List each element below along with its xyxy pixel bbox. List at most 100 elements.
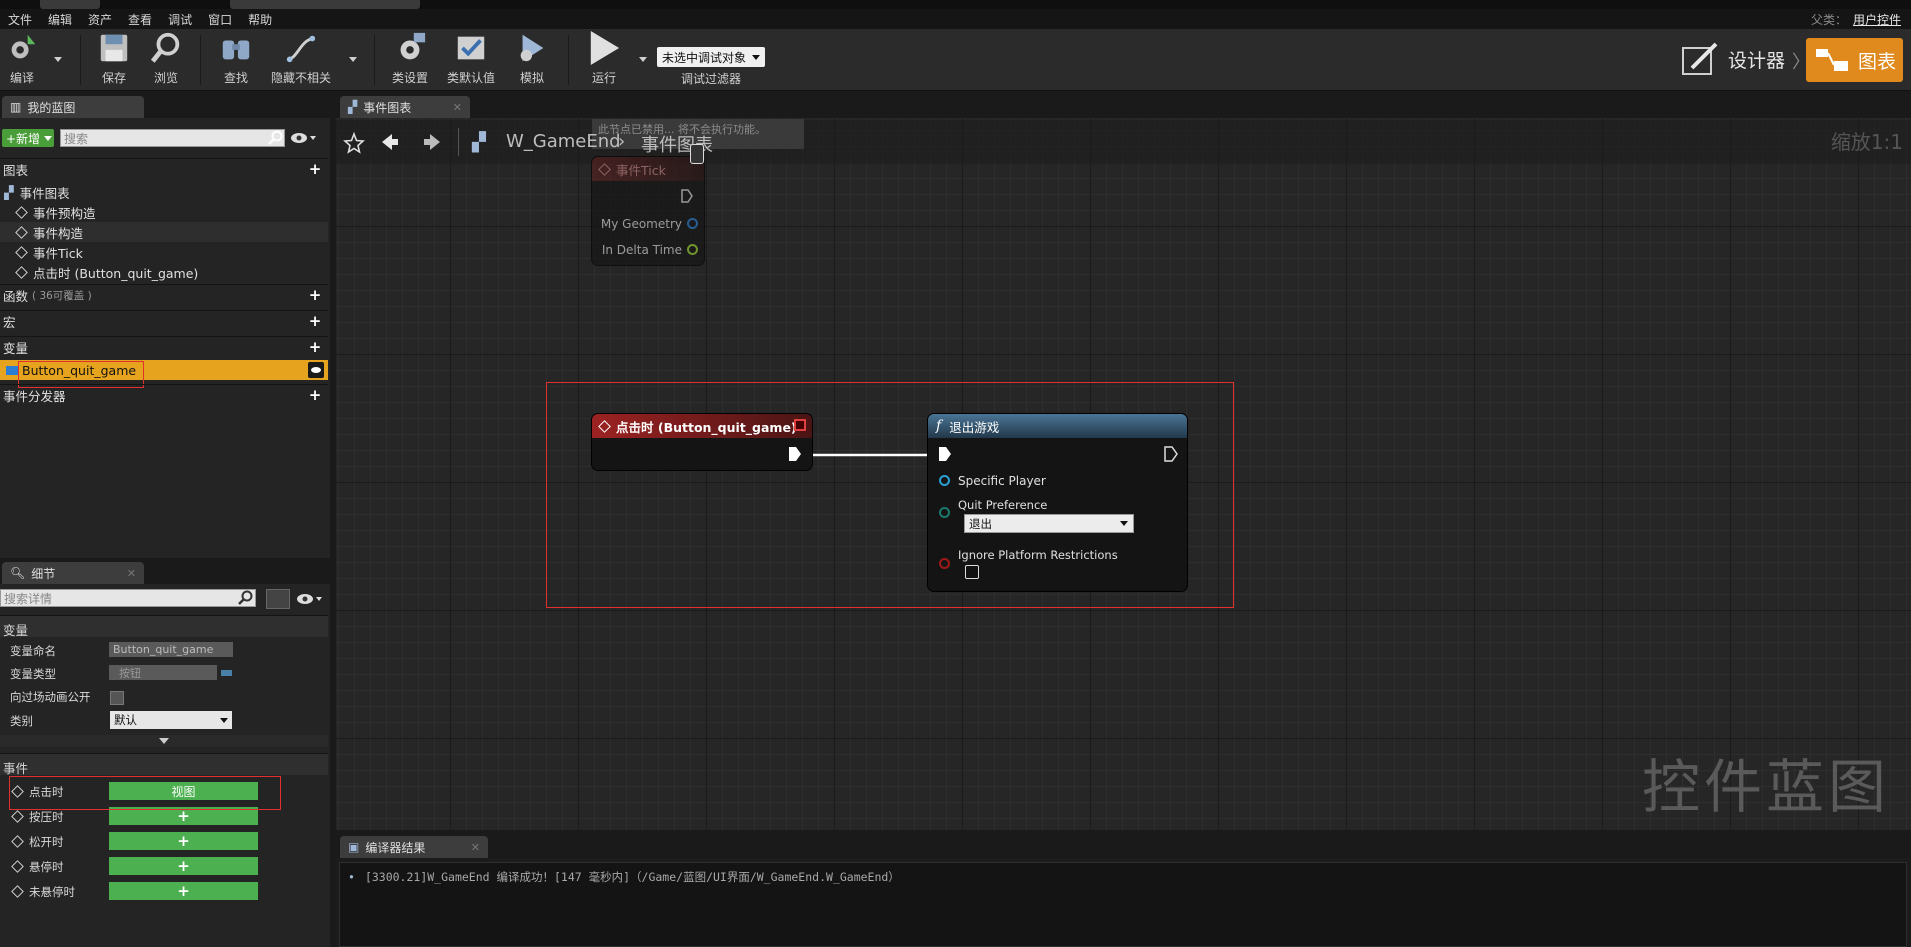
menu-file[interactable]: 文件 [0, 11, 40, 28]
star-icon[interactable] [343, 132, 365, 154]
event-label: 事件预构造 [33, 205, 96, 221]
macros-category[interactable]: 宏 + [0, 310, 328, 332]
variables-category[interactable]: 变量 + [0, 336, 328, 358]
menu-asset[interactable]: 资产 [80, 11, 120, 28]
menu-view[interactable]: 查看 [120, 11, 160, 28]
quit-game-function-node[interactable]: f 退出游戏 Specific Player Quit Preference 退出… [928, 414, 1187, 591]
menu-edit[interactable]: 编辑 [40, 11, 80, 28]
bool-pin-icon[interactable] [939, 558, 950, 569]
event-dispatchers-label: 事件分发器 [3, 389, 66, 404]
menu-window[interactable]: 窗口 [200, 11, 240, 28]
add-new-button[interactable]: +新增 [2, 129, 54, 147]
debug-object-select[interactable]: 未选中调试对象 [657, 47, 765, 67]
search-icon[interactable] [268, 130, 284, 146]
functions-category[interactable]: 函数 ( 36可覆盖 ) + [0, 284, 328, 306]
event-tick-node[interactable]: 事件Tick My Geometry In Delta Time [592, 157, 704, 265]
exec-out-pin-icon[interactable] [788, 446, 802, 462]
tree-item-event[interactable]: 点击时 (Button_quit_game) [0, 262, 328, 282]
tab-event-graph-label: 事件图表 [363, 100, 412, 115]
variables-category-label: 变量 [3, 341, 29, 356]
add-function-plus-icon[interactable]: + [308, 288, 322, 303]
variable-type-value: 按钮 [119, 666, 141, 680]
browse-button[interactable]: 浏览 [146, 31, 186, 89]
enum-pin-icon[interactable] [939, 507, 950, 518]
find-button[interactable]: 查找 [216, 31, 256, 89]
compile-options-chevron-icon[interactable] [54, 57, 62, 62]
close-icon[interactable]: ✕ [453, 101, 462, 114]
window-tab[interactable] [40, 0, 100, 9]
category-select[interactable]: 默认 [110, 711, 232, 729]
hide-unrelated-button[interactable]: 隐藏不相关 [270, 31, 332, 89]
variable-type-label: 变量类型 [10, 667, 56, 681]
back-arrow-icon[interactable] [380, 132, 400, 152]
graph-mode-button[interactable]: 图表 [1806, 38, 1903, 82]
find-label: 查找 [223, 71, 248, 85]
add-event-button[interactable]: + [109, 882, 258, 900]
exec-in-pin-icon[interactable] [938, 446, 952, 462]
variable-type-select[interactable]: 按钮 [109, 665, 217, 680]
expose-cinematics-checkbox[interactable] [110, 691, 124, 705]
delegate-pin-icon[interactable] [794, 419, 806, 431]
tab-event-graph[interactable]: ▞ 事件图表 ✕ [340, 96, 470, 118]
add-variable-plus-icon[interactable]: + [308, 340, 322, 355]
tree-item-event[interactable]: 事件Tick [0, 242, 328, 262]
breadcrumb-root[interactable]: W_GameEnd [506, 131, 621, 152]
class-settings-button[interactable]: 类设置 [390, 31, 430, 89]
run-options-chevron-icon[interactable] [639, 57, 647, 62]
exec-out-pin-icon[interactable] [1164, 446, 1178, 462]
event-dispatchers-category[interactable]: 事件分发器 + [0, 384, 328, 406]
add-event-button[interactable]: + [109, 832, 258, 850]
tab-details[interactable]: 🔍︎ 细节 ✕ [2, 562, 144, 584]
tree-item-event[interactable]: 事件构造 [0, 222, 328, 242]
blueprint-search-input[interactable]: 搜索 [60, 129, 285, 147]
forward-arrow-icon[interactable] [422, 132, 442, 152]
add-event-button[interactable]: + [109, 857, 258, 875]
menu-help[interactable]: 帮助 [240, 11, 280, 28]
expose-cinematics-row: 向过场动画公开 [0, 685, 328, 707]
menu-debug[interactable]: 调试 [160, 11, 200, 28]
tab-my-blueprint[interactable]: ▥ 我的蓝图 [2, 96, 144, 118]
close-icon[interactable]: ✕ [127, 567, 136, 580]
add-macro-plus-icon[interactable]: + [308, 314, 322, 329]
object-pin-icon[interactable] [939, 475, 950, 486]
save-button[interactable]: 保存 [96, 31, 132, 89]
exec-pin-icon[interactable] [681, 189, 693, 203]
chevron-down-icon [1120, 521, 1128, 526]
container-type-icon[interactable] [221, 670, 232, 676]
class-defaults-button[interactable]: 类默认值 [446, 31, 496, 89]
parent-class-link[interactable]: 用户控件 [1853, 11, 1901, 28]
compile-button[interactable]: 编译 [2, 31, 42, 89]
advanced-expander[interactable] [0, 735, 328, 747]
ignore-restrictions-checkbox[interactable] [965, 565, 979, 579]
run-button[interactable]: 运行 [584, 31, 624, 89]
tree-item-event[interactable]: 事件预构造 [0, 202, 328, 222]
event-row-label: 松开时 [29, 835, 64, 849]
category-label: 类别 [10, 714, 33, 728]
designer-mode-button[interactable]: 设计器 [1680, 40, 1785, 78]
designer-label: 设计器 [1728, 49, 1786, 72]
simulate-button[interactable]: 模拟 [512, 31, 552, 89]
tab-compiler-results-label: 编译器结果 [365, 840, 426, 855]
hide-unrelated-chevron-icon[interactable] [349, 57, 357, 62]
add-dispatcher-plus-icon[interactable]: + [308, 388, 322, 403]
events-section-header[interactable]: 事件 [0, 753, 328, 776]
struct-pin-icon[interactable] [687, 218, 698, 229]
quit-preference-select[interactable]: 退出 [964, 514, 1134, 533]
tab-compiler-results[interactable]: ▣ 编译器结果 ✕ [340, 836, 488, 858]
variable-name-field[interactable]: Button_quit_game [109, 642, 233, 657]
visibility-eye-icon[interactable] [290, 132, 316, 144]
graphs-category[interactable]: 图表 + [0, 158, 328, 180]
variable-section-header[interactable]: 变量 [0, 615, 328, 638]
details-search-input[interactable]: 搜索详情 [0, 589, 256, 607]
search-icon[interactable] [238, 590, 254, 606]
float-pin-icon[interactable] [687, 244, 698, 255]
on-clicked-event-node[interactable]: 点击时 (Button_quit_game) [592, 414, 812, 470]
tree-item-event-graph[interactable]: ▞ 事件图表 [0, 182, 328, 202]
add-graph-plus-icon[interactable]: + [308, 162, 322, 177]
close-icon[interactable]: ✕ [471, 841, 480, 854]
window-tab[interactable] [230, 0, 420, 9]
property-matrix-icon[interactable] [266, 589, 290, 609]
visibility-eye-icon[interactable] [296, 593, 322, 605]
run-label: 运行 [591, 71, 616, 85]
visibility-eye-icon[interactable] [308, 362, 324, 378]
